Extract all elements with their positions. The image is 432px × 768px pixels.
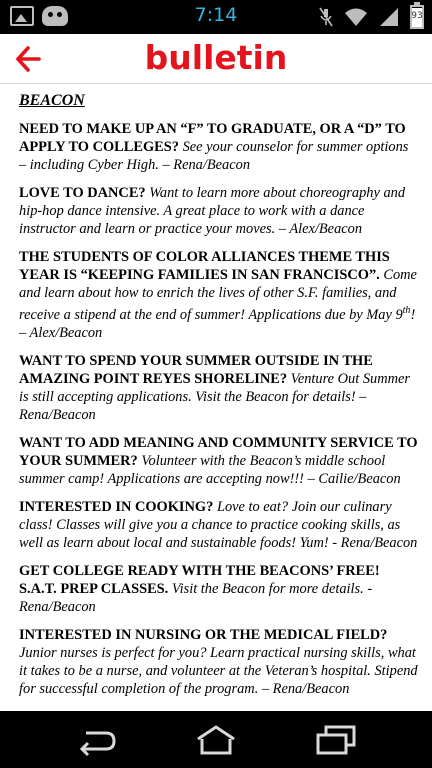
bulletin-content[interactable]: BEACON NEED TO MAKE UP AN “F” TO GRADUAT… — [0, 84, 432, 711]
bulletin-item: THE STUDENTS OF COLOR ALLIANCES THEME TH… — [19, 248, 418, 342]
bulletin-item: INTERESTED IN NURSING OR THE MEDICAL FIE… — [19, 626, 418, 698]
item-body: Junior nurses is perfect for you? Learn … — [19, 644, 418, 697]
app-title: bulletin — [144, 38, 288, 77]
bulletin-item: WANT TO ADD MEANING AND COMMUNITY SERVIC… — [19, 434, 418, 488]
app-bar: bulletin — [0, 34, 432, 84]
navigation-bar — [0, 711, 432, 768]
recent-apps-icon[interactable] — [312, 723, 360, 757]
back-icon[interactable] — [72, 723, 120, 757]
item-heading: THE STUDENTS OF COLOR ALLIANCES THEME TH… — [19, 249, 390, 283]
bulletin-item: LOVE TO DANCE? Want to learn more about … — [19, 184, 418, 238]
status-bar: 7:14 93 — [0, 0, 432, 34]
item-heading: INTERESTED IN NURSING OR THE MEDICAL FIE… — [19, 626, 388, 643]
item-heading: LOVE TO DANCE? — [19, 185, 146, 201]
item-credit: – Rena/Beacon — [162, 157, 251, 173]
battery-icon: 93 — [410, 2, 424, 29]
battery-text: 93 — [411, 11, 423, 21]
bulletin-item: GET COLLEGE READY WITH THE BEACONS’ FREE… — [19, 562, 418, 616]
bulletin-item: NEED TO MAKE UP AN “F” TO GRADUATE, OR A… — [19, 120, 418, 174]
signal-icon — [380, 8, 398, 26]
section-title: BEACON — [19, 92, 85, 109]
item-heading: INTERESTED IN COOKING? — [19, 498, 214, 515]
bulletin-item: INTERESTED IN COOKING? Love to eat? Join… — [19, 498, 418, 552]
wifi-icon — [345, 8, 367, 26]
bulletin-item: WANT TO SPEND YOUR SUMMER OUTSIDE IN THE… — [19, 352, 418, 424]
mute-icon — [319, 7, 333, 27]
home-icon[interactable] — [192, 723, 240, 757]
